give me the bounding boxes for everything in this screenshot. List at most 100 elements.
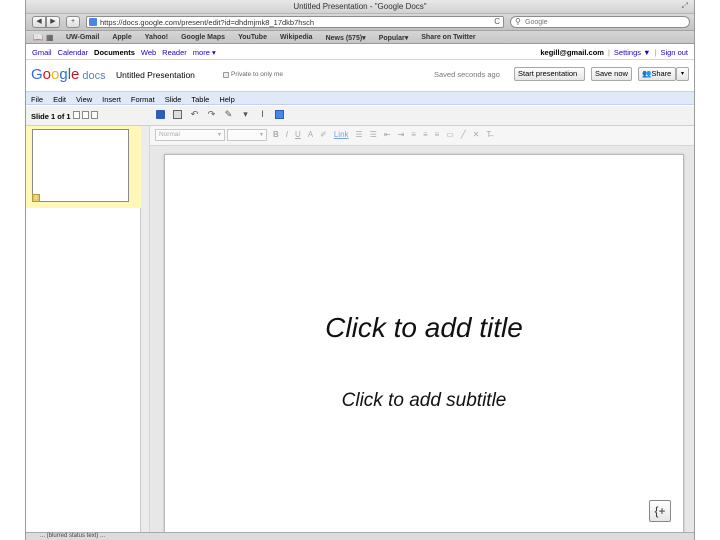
bulleted-list-icon[interactable]: ☰ bbox=[370, 130, 377, 139]
bookmarks-bar: 📖 ▦ UW-Gmail Apple Yahoo! Google Maps Yo… bbox=[26, 31, 694, 44]
slide-subtitle-placeholder[interactable]: Click to add subtitle bbox=[165, 390, 683, 412]
gbar-link-more[interactable]: more ▾ bbox=[193, 48, 216, 57]
slide-canvas[interactable]: Click to add title Click to add subtitle… bbox=[164, 154, 684, 540]
highlight-button[interactable]: ✐ bbox=[320, 130, 327, 139]
underline-button[interactable]: U bbox=[295, 130, 301, 139]
menu-table[interactable]: Table bbox=[191, 95, 209, 104]
account-email: kegill@gmail.com bbox=[540, 48, 604, 57]
menu-insert[interactable]: Insert bbox=[102, 95, 121, 104]
bookmark-item[interactable]: Google Maps bbox=[181, 34, 225, 42]
slide-toolbar: Slide 1 of 1 ↶ ↷ ✎ ▾ Ⅰ bbox=[26, 106, 694, 126]
bookmark-item[interactable]: UW-Gmail bbox=[66, 34, 99, 42]
bookmark-item[interactable]: Wikipedia bbox=[280, 34, 313, 42]
undo-icon[interactable]: ↶ bbox=[190, 110, 199, 119]
share-people-icon: 👥 bbox=[642, 69, 652, 78]
signout-link[interactable]: Sign out bbox=[660, 48, 688, 57]
bold-button[interactable]: B bbox=[273, 130, 279, 139]
forward-button[interactable]: ▶ bbox=[46, 16, 60, 28]
slide-thumbnail[interactable] bbox=[32, 129, 129, 202]
menu-help[interactable]: Help bbox=[219, 95, 234, 104]
align-right-icon[interactable]: ≡ bbox=[435, 130, 440, 139]
search-input[interactable] bbox=[525, 18, 675, 27]
menu-edit[interactable]: Edit bbox=[53, 95, 66, 104]
privacy-status[interactable]: Private to only me bbox=[223, 71, 283, 78]
increase-indent-icon[interactable]: ⇥ bbox=[398, 130, 405, 139]
decrease-indent-icon[interactable]: ⇤ bbox=[384, 130, 391, 139]
url-text[interactable]: https://docs.google.com/present/edit?id=… bbox=[100, 18, 314, 27]
paint-format-icon[interactable]: ✎ bbox=[224, 110, 233, 119]
google-bar: Gmail Calendar Documents Web Reader more… bbox=[26, 45, 694, 60]
gbar-link-reader[interactable]: Reader bbox=[162, 48, 187, 57]
back-button[interactable]: ◀ bbox=[32, 16, 46, 28]
start-presentation-button[interactable]: Start presentation bbox=[514, 67, 585, 81]
bookmark-items: UW-Gmail Apple Yahoo! Google Maps YouTub… bbox=[66, 34, 476, 42]
save-now-button[interactable]: Save now bbox=[591, 67, 632, 81]
settings-link[interactable]: Settings ▼ bbox=[614, 48, 651, 57]
numbered-list-icon[interactable]: ☰ bbox=[356, 130, 363, 139]
format-toolbar: Normal ▼ ▼ B I U A ✐ Link ☰ ☰ ⇤ ⇥ ≡ ≡ ≡ ▭… bbox=[150, 126, 694, 146]
align-center-icon[interactable]: ≡ bbox=[423, 130, 428, 139]
slide-title-placeholder[interactable]: Click to add title bbox=[165, 312, 683, 344]
save-icon[interactable] bbox=[156, 110, 165, 119]
bookmark-item[interactable]: Share on Twitter bbox=[421, 34, 475, 42]
bookmark-item[interactable]: YouTube bbox=[238, 34, 267, 42]
chevron-down-icon: ▼ bbox=[217, 132, 222, 138]
bookmark-item[interactable]: Apple bbox=[112, 34, 131, 42]
redo-icon[interactable]: ↷ bbox=[207, 110, 216, 119]
line-style-icon[interactable]: ▭ bbox=[446, 130, 454, 139]
separator: | bbox=[607, 48, 610, 57]
bookmark-item[interactable]: Yahoo! bbox=[145, 34, 168, 42]
clear-format-button[interactable]: T̶ bbox=[486, 130, 491, 139]
add-bookmark-button[interactable]: + bbox=[66, 16, 80, 28]
address-bar[interactable]: https://docs.google.com/present/edit?id=… bbox=[86, 16, 504, 28]
menu-format[interactable]: Format bbox=[131, 95, 155, 104]
italic-button[interactable]: I bbox=[286, 130, 288, 139]
text-format-tools: B I U A ✐ Link ☰ ☰ ⇤ ⇥ ≡ ≡ ≡ ▭ ╱ ✕ T̶ bbox=[273, 130, 491, 139]
bookmarks-book-icon[interactable]: 📖 bbox=[33, 33, 43, 42]
gbar-link-calendar[interactable]: Calendar bbox=[58, 48, 88, 57]
share-dropdown-button[interactable]: ▾ bbox=[676, 67, 689, 81]
line-color-icon[interactable]: ╱ bbox=[461, 130, 466, 139]
browser-toolbar: ◀ ▶ + https://docs.google.com/present/ed… bbox=[26, 14, 694, 31]
font-size-select[interactable]: ▼ bbox=[227, 129, 267, 141]
shape-icon[interactable]: ✕ bbox=[473, 130, 480, 139]
speaker-notes-button[interactable]: {+ bbox=[649, 500, 671, 522]
slide-number-badge: 1 bbox=[32, 194, 40, 202]
print-icon[interactable] bbox=[173, 110, 182, 119]
docs-favicon-icon bbox=[89, 18, 97, 26]
style-select[interactable]: Normal ▼ bbox=[155, 129, 225, 141]
link-button[interactable]: Link bbox=[334, 130, 349, 139]
document-title[interactable]: Untitled Presentation bbox=[116, 70, 195, 80]
search-bar[interactable]: ⚲ bbox=[510, 16, 690, 28]
dropdown-icon[interactable]: ▾ bbox=[241, 110, 250, 119]
share-button[interactable]: 👥Share bbox=[638, 67, 676, 81]
gbar-link-web[interactable]: Web bbox=[141, 48, 156, 57]
bookmark-item[interactable]: Popular▾ bbox=[379, 34, 409, 42]
insert-image-icon[interactable] bbox=[275, 110, 284, 119]
text-color-button[interactable]: A bbox=[308, 130, 313, 139]
align-left-icon[interactable]: ≡ bbox=[411, 130, 416, 139]
share-label: Share bbox=[651, 69, 672, 78]
menu-slide[interactable]: Slide bbox=[165, 95, 182, 104]
insert-text-icon[interactable]: Ⅰ bbox=[258, 110, 267, 119]
edit-tools: ↶ ↷ ✎ ▾ Ⅰ bbox=[156, 110, 284, 119]
menu-file[interactable]: File bbox=[31, 95, 43, 104]
window-title: Untitled Presentation - "Google Docs" bbox=[293, 2, 427, 11]
delete-slide-icon[interactable] bbox=[91, 111, 98, 119]
filmstrip-splitter[interactable] bbox=[141, 126, 150, 540]
layout-icons bbox=[73, 111, 98, 119]
new-slide-icon[interactable] bbox=[73, 111, 80, 119]
resize-icon[interactable]: ⤢ bbox=[682, 1, 688, 11]
duplicate-slide-icon[interactable] bbox=[82, 111, 89, 119]
privacy-label: Private to only me bbox=[231, 71, 284, 78]
slide-thumbnail-row[interactable]: 1 bbox=[26, 126, 141, 208]
google-docs-logo[interactable]: Google docs bbox=[31, 66, 106, 83]
menu-view[interactable]: View bbox=[76, 95, 92, 104]
search-icon: ⚲ bbox=[515, 17, 521, 26]
browser-window: Untitled Presentation - "Google Docs" ⤢ … bbox=[25, 0, 695, 540]
gbar-link-documents[interactable]: Documents bbox=[94, 48, 135, 57]
bookmark-item[interactable]: News (575)▾ bbox=[326, 34, 366, 42]
reload-icon[interactable]: C bbox=[494, 17, 500, 26]
top-sites-grid-icon[interactable]: ▦ bbox=[46, 33, 54, 42]
gbar-link-gmail[interactable]: Gmail bbox=[32, 48, 52, 57]
